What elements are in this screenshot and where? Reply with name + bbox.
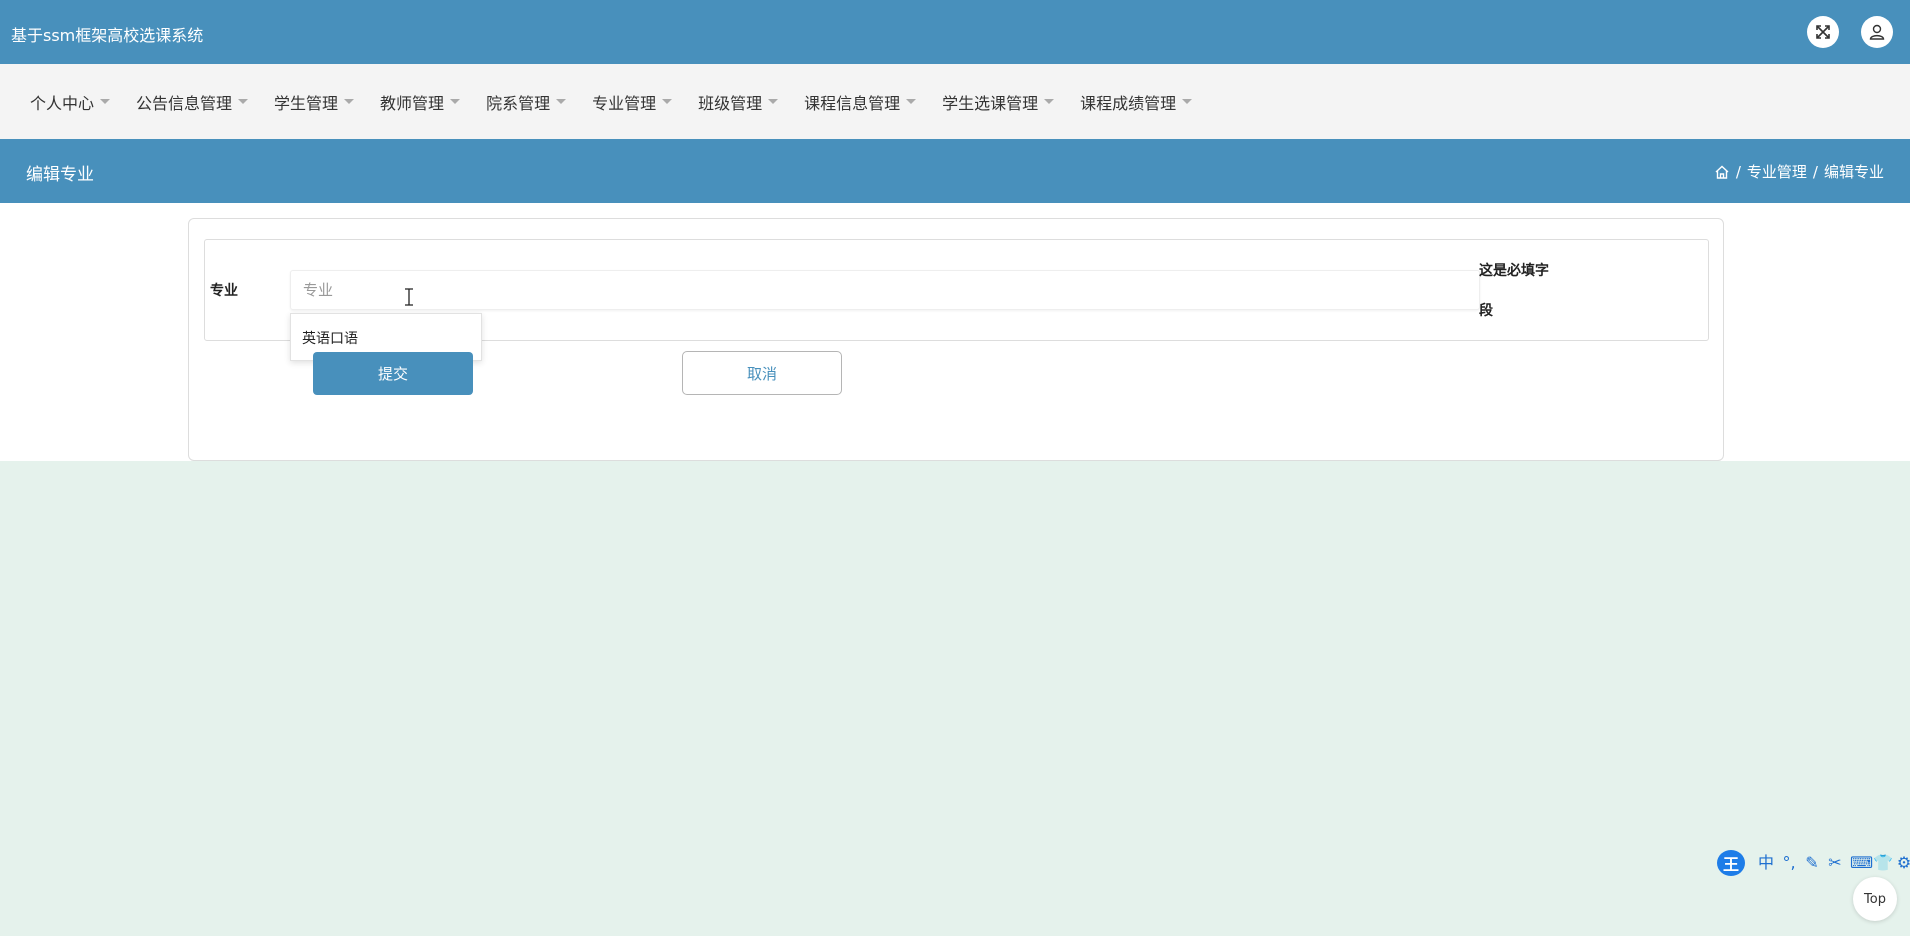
app-title: 基于ssm框架高校选课系统: [11, 26, 204, 45]
ime-punctuation-icon[interactable]: °,: [1781, 855, 1797, 871]
user-button[interactable]: [1861, 16, 1893, 48]
required-hint-line2: 段: [1479, 303, 1493, 319]
home-icon[interactable]: [1714, 164, 1730, 180]
caret-down-icon: [100, 99, 111, 104]
nav-item-label: 班级管理: [698, 93, 763, 113]
major-field-label: 专业: [210, 283, 238, 299]
nav-item-classes[interactable]: 班级管理: [698, 90, 779, 114]
nav-item-students[interactable]: 学生管理: [274, 90, 355, 114]
ime-toolbar: 王 中 °, ✎ ✂ ⌨ 👕 ⚙: [1717, 848, 1910, 878]
breadcrumb-separator: /: [1812, 162, 1818, 181]
nav-item-label: 公告信息管理: [136, 93, 233, 113]
breadcrumb: / 专业管理 / 编辑专业: [1714, 161, 1884, 182]
ime-logo-icon[interactable]: 王: [1717, 850, 1745, 876]
nav-item-label: 学生选课管理: [942, 93, 1039, 113]
ime-skin-icon[interactable]: 👕: [1873, 855, 1893, 871]
nav-item-label: 课程成绩管理: [1080, 93, 1177, 113]
breadcrumb-current: 编辑专业: [1823, 163, 1884, 181]
ime-scissors-icon[interactable]: ✂: [1827, 855, 1843, 871]
nav-item-label: 教师管理: [380, 93, 445, 113]
top-header: 基于ssm框架高校选课系统: [0, 0, 1910, 64]
ime-settings-icon[interactable]: ⚙: [1896, 855, 1910, 871]
caret-down-icon: [344, 99, 355, 104]
required-hint-line1: 这是必填字: [1479, 263, 1549, 279]
nav-item-announcements[interactable]: 公告信息管理: [136, 90, 249, 114]
caret-down-icon: [556, 99, 567, 104]
caret-down-icon: [662, 99, 673, 104]
caret-down-icon: [450, 99, 461, 104]
nav-item-label: 专业管理: [592, 93, 657, 113]
nav-item-grades[interactable]: 课程成绩管理: [1080, 90, 1193, 114]
user-icon: [1869, 24, 1885, 40]
nav-item-label: 学生管理: [274, 93, 339, 113]
nav-item-departments[interactable]: 院系管理: [486, 90, 567, 114]
breadcrumb-separator: /: [1735, 162, 1741, 181]
text-cursor-icon: [405, 288, 413, 306]
submit-button[interactable]: 提交: [313, 352, 473, 395]
page-title: 编辑专业: [26, 165, 94, 185]
caret-down-icon: [238, 99, 249, 104]
nav-item-course-selection[interactable]: 学生选课管理: [942, 90, 1055, 114]
fullscreen-button[interactable]: [1807, 16, 1839, 48]
ime-chinese-mode-icon[interactable]: 中: [1758, 855, 1774, 871]
nav-item-courses[interactable]: 课程信息管理: [804, 90, 917, 114]
nav-item-teachers[interactable]: 教师管理: [380, 90, 461, 114]
nav-item-personal-center[interactable]: 个人中心: [30, 90, 111, 114]
expand-icon: [1816, 25, 1830, 39]
page-header: 编辑专业 / 专业管理 / 编辑专业: [0, 139, 1910, 203]
major-input[interactable]: [290, 270, 1480, 310]
autocomplete-option[interactable]: 英语口语: [302, 328, 358, 348]
caret-down-icon: [768, 99, 779, 104]
nav-item-majors[interactable]: 专业管理: [592, 90, 673, 114]
nav-item-label: 课程信息管理: [804, 93, 901, 113]
nav-item-label: 院系管理: [486, 93, 551, 113]
caret-down-icon: [906, 99, 917, 104]
main-nav: 个人中心 公告信息管理 学生管理 教师管理 院系管理 专业管理 班级管理 课程信…: [0, 64, 1910, 139]
caret-down-icon: [1044, 99, 1055, 104]
breadcrumb-majors-link[interactable]: 专业管理: [1747, 161, 1807, 182]
nav-list: 个人中心 公告信息管理 学生管理 教师管理 院系管理 专业管理 班级管理 课程信…: [30, 64, 1218, 139]
nav-item-label: 个人中心: [30, 93, 95, 113]
ime-keyboard-icon[interactable]: ⌨: [1850, 855, 1873, 871]
ime-handwriting-icon[interactable]: ✎: [1804, 855, 1820, 871]
cancel-button[interactable]: 取消: [682, 351, 842, 395]
caret-down-icon: [1182, 99, 1193, 104]
back-to-top-button[interactable]: Top: [1853, 877, 1897, 921]
